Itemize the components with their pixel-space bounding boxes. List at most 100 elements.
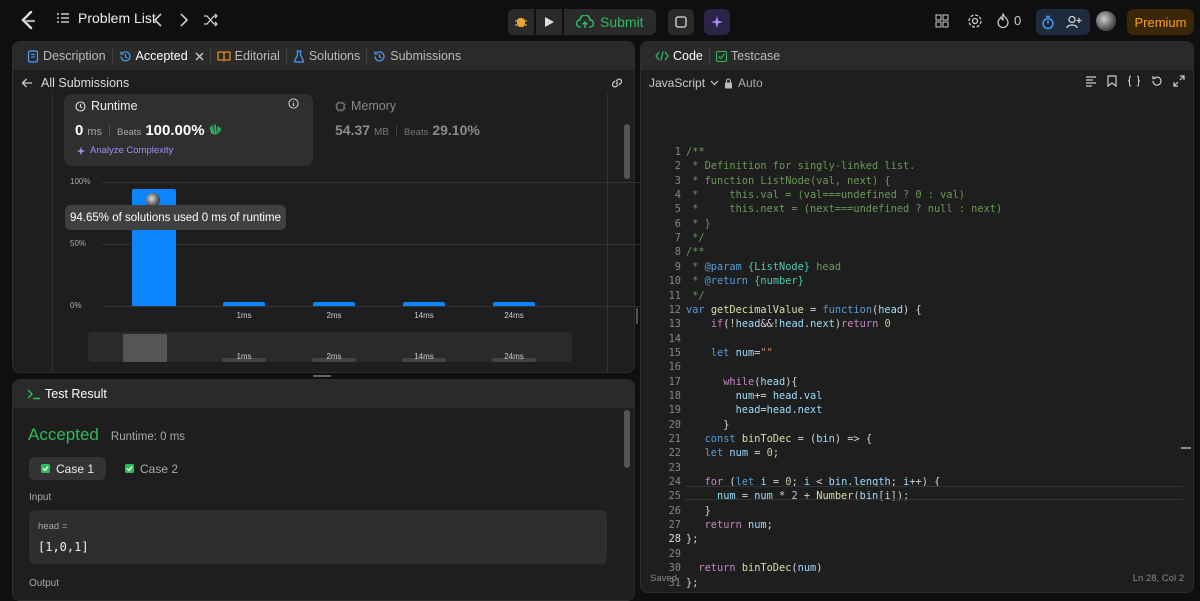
- stat-divider: [109, 125, 111, 135]
- runtime-card[interactable]: Runtime 0 ms Beats 100.00% Analyze Compl…: [64, 94, 313, 166]
- back-label: All Submissions: [41, 76, 130, 90]
- test-result-scrollbar[interactable]: [624, 410, 630, 468]
- add-friend-icon[interactable]: [1060, 15, 1088, 29]
- code-line[interactable]: * }: [686, 217, 711, 231]
- code-line[interactable]: * this.next = (next===undefined ? null :…: [686, 202, 1002, 216]
- x-tick-label: 2ms: [326, 311, 342, 320]
- vertical-resize-handle[interactable]: [636, 308, 638, 324]
- share-link-icon[interactable]: [610, 76, 624, 90]
- tab-editorial[interactable]: Editorial: [211, 42, 286, 70]
- check-icon: [41, 464, 50, 473]
- code-line[interactable]: * this.val = (val===undefined ? 0 : val): [686, 188, 965, 202]
- premium-button[interactable]: Premium: [1127, 9, 1194, 35]
- reset-icon[interactable]: [1151, 75, 1163, 87]
- code-line[interactable]: * Definition for singly-linked list.: [686, 159, 915, 173]
- code-line[interactable]: return binToDec(num): [686, 561, 822, 575]
- tab-accepted[interactable]: Accepted: [113, 42, 210, 70]
- submission-scrollbar[interactable]: [624, 124, 630, 179]
- chart-overview-scrollbar[interactable]: 1ms 2ms 14ms 24ms: [88, 332, 572, 362]
- streak-count: 0: [1014, 13, 1022, 28]
- code-line[interactable]: while(head){: [686, 375, 797, 389]
- mode-label: Auto: [738, 76, 763, 90]
- tab-description[interactable]: Description: [21, 42, 112, 70]
- line-number: 12: [668, 303, 681, 316]
- input-var-value: [1,0,1]: [38, 540, 89, 554]
- input-box[interactable]: head = [1,0,1]: [29, 510, 607, 564]
- chart-bar[interactable]: [223, 302, 265, 306]
- notes-button[interactable]: [667, 9, 694, 35]
- run-button[interactable]: [536, 9, 562, 35]
- braces-icon[interactable]: [1127, 75, 1141, 87]
- streak-counter[interactable]: 0: [997, 13, 1021, 28]
- code-line[interactable]: };: [686, 532, 698, 546]
- code-line[interactable]: */: [686, 289, 704, 303]
- tab-submissions[interactable]: Submissions: [367, 42, 467, 70]
- code-line[interactable]: };: [686, 576, 698, 590]
- timer-icon[interactable]: [1036, 15, 1060, 30]
- chart-bar[interactable]: [313, 302, 355, 306]
- shuffle-icon[interactable]: [203, 11, 219, 29]
- content-border-right: [607, 94, 608, 372]
- fullscreen-icon[interactable]: [1173, 75, 1185, 87]
- line-number: 11: [668, 289, 681, 302]
- info-icon[interactable]: [288, 98, 299, 109]
- tab-testcase[interactable]: Testcase: [710, 42, 786, 70]
- code-line[interactable]: * function ListNode(val, next) {: [686, 174, 890, 188]
- memory-header: Memory: [335, 99, 396, 113]
- code-line[interactable]: */: [686, 231, 704, 245]
- overview-window-handle[interactable]: [123, 334, 167, 362]
- problem-list-button[interactable]: Problem List: [56, 10, 156, 26]
- code-line[interactable]: * @return {number}: [686, 274, 804, 288]
- format-align-icon[interactable]: [1085, 75, 1097, 87]
- tab-editorial-label: Editorial: [234, 49, 280, 63]
- document-icon: [27, 49, 39, 63]
- line-number: 22: [668, 447, 681, 460]
- arrow-left-icon: [21, 77, 33, 89]
- test-result-header: Test Result: [13, 380, 634, 408]
- bookmark-icon[interactable]: [1107, 75, 1117, 87]
- memory-card[interactable]: Memory 54.37 MB Beats 29.10%: [335, 99, 480, 138]
- layout-grid-icon[interactable]: [935, 14, 949, 28]
- code-line[interactable]: const binToDec = (bin) => {: [686, 432, 872, 446]
- avatar[interactable]: [1096, 11, 1116, 31]
- close-tab-icon[interactable]: [195, 52, 204, 61]
- tab-solutions[interactable]: Solutions: [287, 42, 366, 70]
- next-problem-icon[interactable]: [178, 11, 190, 29]
- tab-code[interactable]: Code: [649, 42, 709, 70]
- line-number: 5: [674, 203, 681, 216]
- chart-bar[interactable]: [403, 302, 445, 306]
- code-line[interactable]: head=head.next: [686, 403, 823, 417]
- code-line[interactable]: }: [686, 418, 729, 432]
- case-2-tab[interactable]: Case 2: [121, 457, 182, 480]
- code-line[interactable]: let num="": [686, 346, 773, 360]
- horizontal-resize-handle[interactable]: [313, 375, 331, 377]
- debug-button[interactable]: [508, 9, 534, 35]
- leetcode-logo-icon[interactable]: [20, 11, 36, 30]
- settings-gear-icon[interactable]: [967, 13, 983, 29]
- flame-icon: [997, 13, 1009, 28]
- overview-label: 1ms: [236, 352, 252, 361]
- submit-button[interactable]: Submit: [564, 9, 656, 35]
- code-line[interactable]: /**: [686, 245, 705, 259]
- case-1-tab[interactable]: Case 1: [29, 457, 107, 480]
- code-line[interactable]: if(!head&&!head.next)return 0: [686, 317, 891, 331]
- code-line[interactable]: * @param {ListNode} head: [686, 260, 841, 274]
- analyze-complexity-link[interactable]: Analyze Complexity: [76, 145, 173, 156]
- code-line[interactable]: return num;: [686, 518, 773, 532]
- line-number: 2: [674, 160, 681, 173]
- code-line[interactable]: }: [686, 504, 711, 518]
- chart-bar[interactable]: [493, 302, 535, 306]
- language-select[interactable]: JavaScript: [649, 76, 719, 90]
- code-line[interactable]: /**: [686, 145, 705, 159]
- ai-assist-button[interactable]: [703, 9, 730, 35]
- sparkle-icon: [76, 146, 86, 156]
- tab-test-result[interactable]: Test Result: [21, 380, 113, 408]
- code-line[interactable]: let num = 0;: [686, 446, 779, 460]
- back-to-submissions[interactable]: All Submissions: [21, 76, 129, 90]
- prev-problem-icon[interactable]: [152, 11, 164, 29]
- autocomplete-mode[interactable]: Auto: [724, 76, 763, 90]
- line-number: 14: [668, 332, 681, 345]
- code-line[interactable]: num+= head.val: [686, 389, 823, 403]
- code-line[interactable]: var getDecimalValue = function(head) {: [686, 303, 922, 317]
- bug-icon: [514, 15, 528, 29]
